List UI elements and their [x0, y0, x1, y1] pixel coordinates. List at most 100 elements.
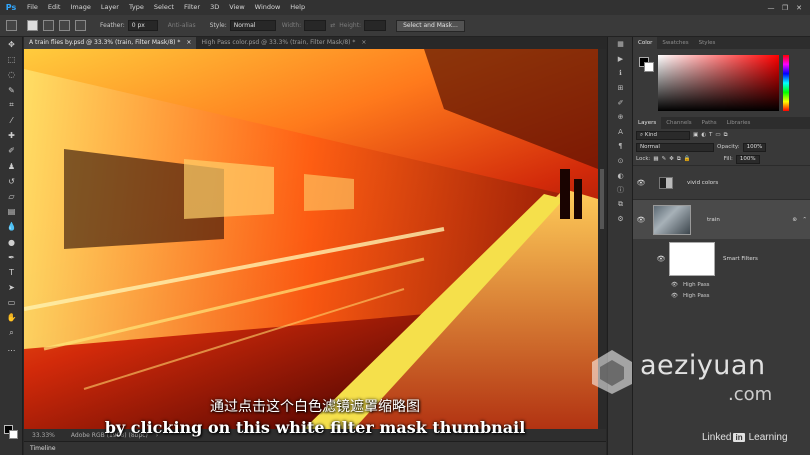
tab-styles[interactable]: Styles [694, 37, 721, 49]
layer-vivid-colors[interactable]: 👁 vivid colors [633, 165, 810, 199]
hand-icon[interactable]: ✋ [0, 310, 23, 325]
brush-icon[interactable]: ✐ [0, 143, 23, 158]
close-window-button[interactable]: ✕ [792, 4, 806, 12]
new-selection-icon[interactable] [27, 20, 38, 31]
tab-color[interactable]: Color [633, 37, 658, 49]
eye-icon[interactable]: 👁 [633, 179, 649, 187]
tab-train-flies-by[interactable]: A train flies by.psd @ 33.3% (train, Fil… [24, 37, 197, 49]
kind-filter-select[interactable]: ⌕ Kind [636, 130, 690, 140]
scrollbar-thumb[interactable] [600, 169, 604, 229]
background-color-swatch[interactable] [9, 430, 18, 439]
menu-help[interactable]: Help [285, 0, 310, 15]
more-icon[interactable]: … [0, 341, 23, 356]
menu-filter[interactable]: Filter [179, 0, 205, 15]
fill-input[interactable]: 100% [735, 154, 760, 164]
zoom-icon[interactable]: ⌕ [0, 326, 23, 341]
tab-paths[interactable]: Paths [697, 117, 722, 129]
style-select[interactable]: Normal [229, 20, 276, 31]
menu-window[interactable]: Window [250, 0, 286, 15]
menu-view[interactable]: View [224, 0, 249, 15]
eye-icon[interactable]: 👁 [653, 255, 669, 263]
menu-edit[interactable]: Edit [43, 0, 66, 15]
restore-button[interactable]: ❐ [778, 4, 792, 12]
type-icon[interactable]: T [0, 265, 23, 280]
minimize-button[interactable]: — [764, 4, 778, 12]
add-selection-icon[interactable] [43, 20, 54, 31]
document-canvas[interactable] [24, 49, 598, 429]
lasso-icon[interactable]: ◌ [0, 67, 23, 82]
clone-source-icon[interactable]: ⊕ [608, 110, 633, 125]
tab-libraries[interactable]: Libraries [722, 117, 756, 129]
menu-file[interactable]: File [22, 0, 43, 15]
tab-channels[interactable]: Channels [661, 117, 696, 129]
eraser-icon[interactable]: ▱ [0, 189, 23, 204]
blur-icon[interactable]: 💧 [0, 219, 23, 234]
eyedropper-icon[interactable]: ⁄ [0, 113, 23, 128]
actions-panel-icon[interactable]: ▶ [608, 52, 633, 67]
select-and-mask-button[interactable]: Select and Mask... [396, 19, 465, 32]
intersect-selection-icon[interactable] [75, 20, 86, 31]
shape-icon[interactable]: ▭ [0, 295, 23, 310]
close-tab-icon[interactable]: × [361, 37, 366, 49]
feather-input[interactable]: 0 px [127, 20, 158, 31]
lock-artboard-icon[interactable]: ⧉ [677, 156, 681, 163]
lock-pixels-icon[interactable]: ▦ [653, 156, 658, 162]
fx-expand-icon[interactable]: ⌃ [802, 217, 807, 223]
height-input[interactable] [364, 20, 387, 31]
swap-dimensions-icon[interactable]: ⇄ [330, 22, 335, 29]
filter-smart-icon[interactable]: ⧉ [724, 132, 728, 139]
menu-layer[interactable]: Layer [96, 0, 124, 15]
clone-stamp-icon[interactable]: ♟ [0, 159, 23, 174]
brush-panel-icon[interactable]: ✐ [608, 95, 633, 110]
color-field[interactable] [658, 55, 779, 111]
adjustments-icon[interactable]: ◐ [608, 168, 633, 183]
menu-image[interactable]: Image [65, 0, 95, 15]
tab-high-pass-color[interactable]: High Pass color.psd @ 33.3% (train, Filt… [196, 37, 371, 49]
pen-icon[interactable]: ✒ [0, 250, 23, 265]
opacity-input[interactable]: 100% [742, 142, 767, 152]
eye-icon[interactable]: 👁 [633, 216, 649, 224]
properties-panel-icon[interactable]: ⊞ [608, 81, 633, 96]
lock-move-icon[interactable]: ✥ [669, 156, 674, 162]
filter-high-pass-1[interactable]: 👁 High Pass [633, 279, 810, 290]
hue-slider[interactable] [783, 55, 789, 111]
marquee-tool-preset[interactable] [4, 20, 17, 31]
char-panel-icon[interactable]: A [608, 125, 633, 140]
close-tab-icon[interactable]: × [186, 37, 191, 49]
subtract-selection-icon[interactable] [59, 20, 70, 31]
menu-3d[interactable]: 3D [205, 0, 224, 15]
smart-filters-row[interactable]: 👁 Smart Filters [633, 239, 810, 279]
crop-icon[interactable]: ⌗ [0, 98, 23, 113]
menu-type[interactable]: Type [124, 0, 149, 15]
filter-pixel-icon[interactable]: ▣ [693, 132, 698, 138]
color-bg-swatch[interactable] [644, 62, 654, 72]
menu-select[interactable]: Select [149, 0, 179, 15]
tab-swatches[interactable]: Swatches [657, 37, 693, 49]
para-panel-icon[interactable]: ¶ [608, 139, 633, 154]
blend-mode-select[interactable]: Normal [636, 142, 714, 152]
filter-mask-thumbnail[interactable] [669, 242, 715, 276]
path-select-icon[interactable]: ➤ [0, 280, 23, 295]
info-icon[interactable]: ⓘ [608, 183, 633, 198]
healing-icon[interactable]: ✚ [0, 128, 23, 143]
eye-icon[interactable]: 👁 [671, 282, 678, 288]
eye-icon[interactable]: 👁 [671, 293, 678, 299]
filter-shape-icon[interactable]: ▭ [715, 132, 720, 138]
lock-paint-icon[interactable]: ✎ [662, 156, 667, 162]
glyphs-icon[interactable]: ⊙ [608, 154, 633, 169]
width-input[interactable] [304, 20, 327, 31]
layer-thumbnail[interactable] [653, 204, 691, 235]
gradient-icon[interactable]: ▤ [0, 204, 23, 219]
anti-alias-checkbox[interactable]: Anti-alias [168, 22, 196, 29]
dodge-icon[interactable]: ● [0, 234, 23, 249]
filter-adjust-icon[interactable]: ◐ [701, 132, 706, 138]
marquee-icon[interactable]: ⬚ [0, 52, 23, 67]
layer-train[interactable]: 👁 train ⊛ ⌃ [633, 199, 810, 239]
quick-select-icon[interactable]: ✎ [0, 83, 23, 98]
timeline-panel-tab[interactable]: Timeline [24, 441, 606, 455]
lock-all-icon[interactable]: 🔒 [684, 156, 691, 162]
history-panel-icon[interactable]: ▦ [608, 37, 633, 52]
history-brush-icon[interactable]: ↺ [0, 174, 23, 189]
filter-type-icon[interactable]: T [709, 132, 712, 138]
layer-comps-icon[interactable]: ⚙ [608, 212, 633, 227]
